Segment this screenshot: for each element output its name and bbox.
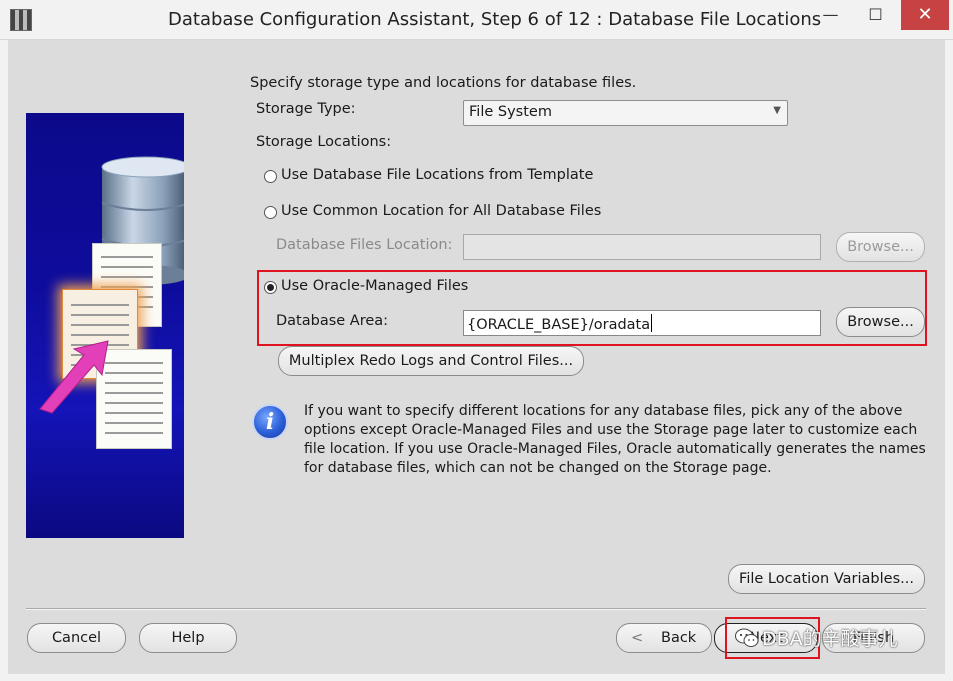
app-icon (10, 9, 32, 31)
database-illustration (26, 113, 184, 538)
radio-template-locations[interactable] (264, 170, 277, 183)
storage-type-value: File System (469, 104, 552, 120)
storage-type-label: Storage Type: (256, 101, 356, 117)
storage-locations-label: Storage Locations: (256, 134, 392, 150)
help-button[interactable]: Help (139, 623, 237, 653)
radio-oracle-managed-files[interactable] (264, 281, 277, 294)
intro-text: Specify storage type and locations for d… (250, 75, 637, 91)
db-files-location-label: Database Files Location: (276, 237, 453, 253)
multiplex-button[interactable]: Multiplex Redo Logs and Control Files... (278, 346, 584, 376)
back-label: Back (661, 630, 697, 646)
db-area-field[interactable]: {ORACLE_BASE}/oradata (463, 310, 821, 336)
info-message: If you want to specify different locatio… (304, 403, 926, 476)
db-area-value: {ORACLE_BASE}/oradata (467, 317, 651, 333)
db-files-location-field (463, 234, 821, 260)
dropdown-arrow-icon: ▼ (773, 105, 781, 116)
wechat-logo-icon (735, 628, 759, 647)
db-area-browse-button[interactable]: Browse... (836, 307, 925, 337)
db-files-location-browse-button: Browse... (836, 232, 925, 262)
radio-template-locations-label[interactable]: Use Database File Locations from Templat… (281, 167, 593, 183)
arrow-icon (39, 340, 109, 414)
close-button[interactable]: ✕ (901, 0, 949, 30)
file-location-variables-button[interactable]: File Location Variables... (728, 564, 925, 594)
storage-type-select[interactable]: File System ▼ (463, 100, 788, 126)
db-area-label: Database Area: (276, 313, 389, 329)
footer-separator (26, 608, 926, 610)
maximize-button[interactable]: ☐ (853, 0, 898, 30)
title-bar: Database Configuration Assistant, Step 6… (0, 0, 953, 40)
window-title: Database Configuration Assistant, Step 6… (168, 9, 822, 30)
back-button[interactable]: < Back (616, 623, 712, 653)
info-icon: i (252, 404, 288, 440)
minimize-button[interactable]: — (808, 0, 853, 30)
chevron-left-icon: < (631, 630, 644, 646)
radio-common-location-label[interactable]: Use Common Location for All Database Fil… (281, 203, 601, 219)
radio-oracle-managed-files-label[interactable]: Use Oracle-Managed Files (281, 278, 468, 294)
cancel-button[interactable]: Cancel (27, 623, 126, 653)
radio-common-location[interactable] (264, 206, 277, 219)
watermark-text: DBA的辛酸事儿 (762, 628, 898, 650)
